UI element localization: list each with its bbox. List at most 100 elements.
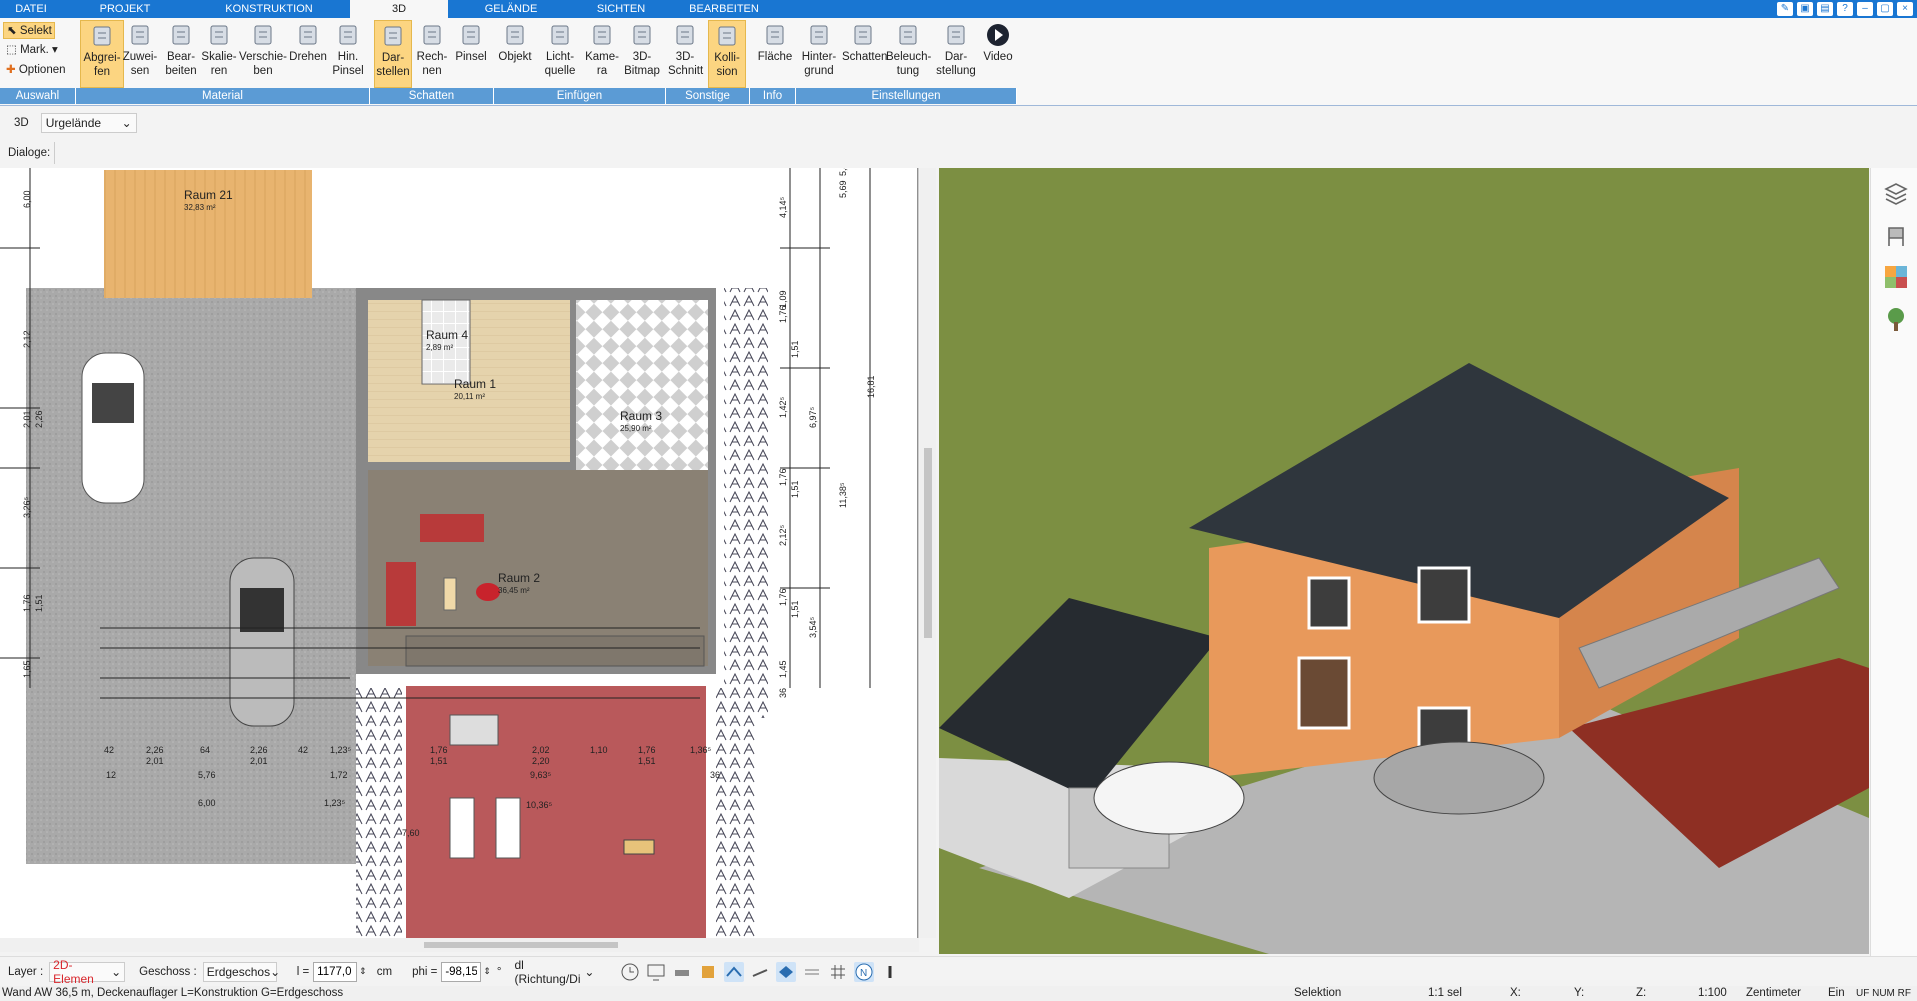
room-label[interactable]: Raum 2 — [498, 571, 540, 585]
floor-plan-view[interactable]: Raum 21 32,83 m² Raum 4 2,89 m² Raum 1 2… — [0, 168, 919, 938]
3d-view[interactable] — [939, 168, 1869, 954]
3d-scene[interactable] — [939, 168, 1869, 954]
ribbon-button-edit[interactable]: Bear-beiten — [161, 20, 201, 88]
phi-unit: ° — [496, 965, 502, 978]
box-icon[interactable] — [698, 962, 718, 982]
ribbon-button-label: Dar- — [944, 51, 968, 63]
ribbon-button-label: stellen — [376, 66, 410, 78]
roof-mode-icon[interactable] — [776, 961, 797, 982]
plan-horizontal-scrollbar[interactable] — [0, 938, 919, 952]
terrain-select[interactable]: Urgelände ⌄ — [40, 113, 137, 133]
floor-plan-canvas[interactable] — [0, 168, 919, 938]
materials-icon[interactable] — [1883, 264, 1909, 290]
ribbon-button-background[interactable]: Hinter-grund — [798, 20, 840, 88]
dimension-label: 2,01 — [146, 756, 164, 766]
ribbon-button-cut[interactable]: 3D- Schnitt — [668, 20, 703, 88]
plan-vertical-scrollbar[interactable] — [920, 168, 936, 938]
ribbon-button-label: fen — [94, 66, 110, 78]
ribbon-button-paint[interactable]: Pinsel — [452, 20, 490, 88]
status-y: Y: — [1574, 987, 1585, 999]
tab-sichten[interactable]: SICHTEN — [574, 0, 668, 18]
cars-icon[interactable] — [672, 962, 692, 982]
ribbon-button-lightbulb[interactable]: Licht-quelle — [538, 20, 582, 88]
dimension-label: 2,20 — [532, 756, 550, 766]
tab-datei[interactable]: DATEI — [0, 0, 62, 18]
save-icon[interactable]: ▣ — [1797, 2, 1813, 16]
ribbon-button-assign[interactable]: Zuwei-sen — [122, 20, 158, 88]
mark-icon: ⬚ — [6, 44, 17, 56]
ribbon-button-display[interactable]: Dar-stellen — [374, 20, 412, 88]
floor-icon[interactable] — [802, 962, 822, 982]
dimension-label: 2,01 — [22, 410, 32, 428]
north-icon[interactable]: N — [854, 961, 875, 982]
ribbon-button-collision[interactable]: Kolli-sion — [708, 20, 746, 88]
room-label[interactable]: Raum 21 — [184, 188, 233, 202]
ribbon-button-area[interactable]: Fläche — [756, 20, 794, 88]
selekt-button[interactable]: ⬉ Selekt — [3, 22, 55, 39]
eyedropper-icon — [88, 23, 116, 49]
ribbon-button-tree[interactable]: 3D- Bitmap — [622, 20, 662, 88]
ribbon-button-object[interactable]: Objekt — [496, 20, 534, 88]
layer-select-value: 2D-Elemen — [53, 957, 94, 986]
stepper-icon[interactable]: ⇕ — [359, 966, 367, 977]
ribbon-button-label: ra — [596, 65, 608, 77]
mark-button[interactable]: ⬚ Mark. ▾ — [3, 42, 58, 59]
ribbon-button-lighting[interactable]: Beleuch-tung — [886, 20, 931, 88]
ribbon-button-camera[interactable]: Kame-ra — [582, 20, 622, 88]
slant-icon[interactable] — [750, 962, 770, 982]
maximize-icon[interactable]: ▢ — [1877, 2, 1893, 16]
monitor-icon[interactable] — [646, 962, 666, 982]
shadow-icon — [849, 22, 877, 48]
geschoss-select[interactable]: Erdgeschos ⌄ — [202, 961, 280, 982]
dimension-label: 2,01 — [250, 756, 268, 766]
room-label[interactable]: Raum 1 — [454, 377, 496, 391]
phi-input[interactable] — [441, 961, 482, 982]
tools-icon[interactable]: ✎ — [1777, 2, 1793, 16]
scroll-thumb[interactable] — [424, 942, 618, 948]
tab-gelaende[interactable]: GELÄNDE — [448, 0, 574, 18]
scroll-thumb[interactable] — [924, 448, 932, 638]
dialog-bar: Dialoge: — [0, 140, 1917, 166]
minimize-icon[interactable]: – — [1857, 2, 1873, 16]
tree-icon[interactable] — [1883, 306, 1909, 332]
ribbon-button-compute[interactable]: Rech-nen — [414, 20, 450, 88]
ribbon-button-rotate[interactable]: Drehen — [287, 20, 329, 88]
room-label[interactable]: Raum 3 — [620, 409, 662, 423]
ribbon-button-shadow[interactable]: Schatten — [842, 20, 887, 88]
cursor-icon: ⬉ — [7, 25, 17, 37]
dimension-label: 6,97⁵ — [808, 406, 818, 428]
layers-icon[interactable] — [1883, 180, 1909, 206]
optionen-button[interactable]: ✚ Optionen — [3, 62, 66, 79]
more-options-icon[interactable] — [880, 962, 900, 982]
tab-projekt[interactable]: PROJEKT — [62, 0, 188, 18]
ribbon-button-display-settings[interactable]: Dar-stellung — [934, 20, 978, 88]
tab-3d[interactable]: 3D — [350, 0, 448, 18]
camera-icon — [588, 22, 616, 48]
help-icon[interactable]: ? — [1837, 2, 1853, 16]
plus-icon: ✚ — [6, 64, 16, 76]
assign-icon — [126, 22, 154, 48]
dimension-label: 1,45 — [778, 660, 788, 678]
clock-icon[interactable] — [620, 962, 640, 982]
dimension-label: 10,36⁵ — [526, 800, 553, 810]
direction-select[interactable]: dl (Richtung/Di ⌄ — [511, 958, 597, 986]
close-icon[interactable]: × — [1897, 2, 1913, 16]
stepper-icon[interactable]: ⇕ — [483, 966, 491, 977]
length-input[interactable] — [313, 961, 358, 982]
grid-icon[interactable] — [828, 962, 848, 982]
status-selection-count: 1:1 sel — [1428, 987, 1462, 999]
ribbon-button-scale[interactable]: Skalie-ren — [200, 20, 238, 88]
ribbon-button-move[interactable]: Verschie-ben — [238, 20, 288, 88]
tab-bearbeiten[interactable]: BEARBEITEN — [668, 0, 780, 18]
ribbon-button-label: sion — [716, 66, 738, 78]
wall-mode-icon[interactable] — [724, 961, 745, 982]
ribbon-button-brush[interactable]: Hin. Pinsel — [329, 20, 367, 88]
ribbon-button-play[interactable]: Video — [978, 20, 1018, 88]
furniture-icon[interactable] — [1883, 222, 1909, 248]
tab-konstruktion[interactable]: KONSTRUKTION — [188, 0, 350, 18]
direction-select-value: dl (Richtung/Di — [514, 957, 581, 986]
ribbon-button-eyedropper[interactable]: Abgrei-fen — [80, 20, 124, 88]
room-label[interactable]: Raum 4 — [426, 328, 468, 342]
layout-icon[interactable]: ▤ — [1817, 2, 1833, 16]
layer-select[interactable]: 2D-Elemen ⌄ — [49, 958, 126, 986]
